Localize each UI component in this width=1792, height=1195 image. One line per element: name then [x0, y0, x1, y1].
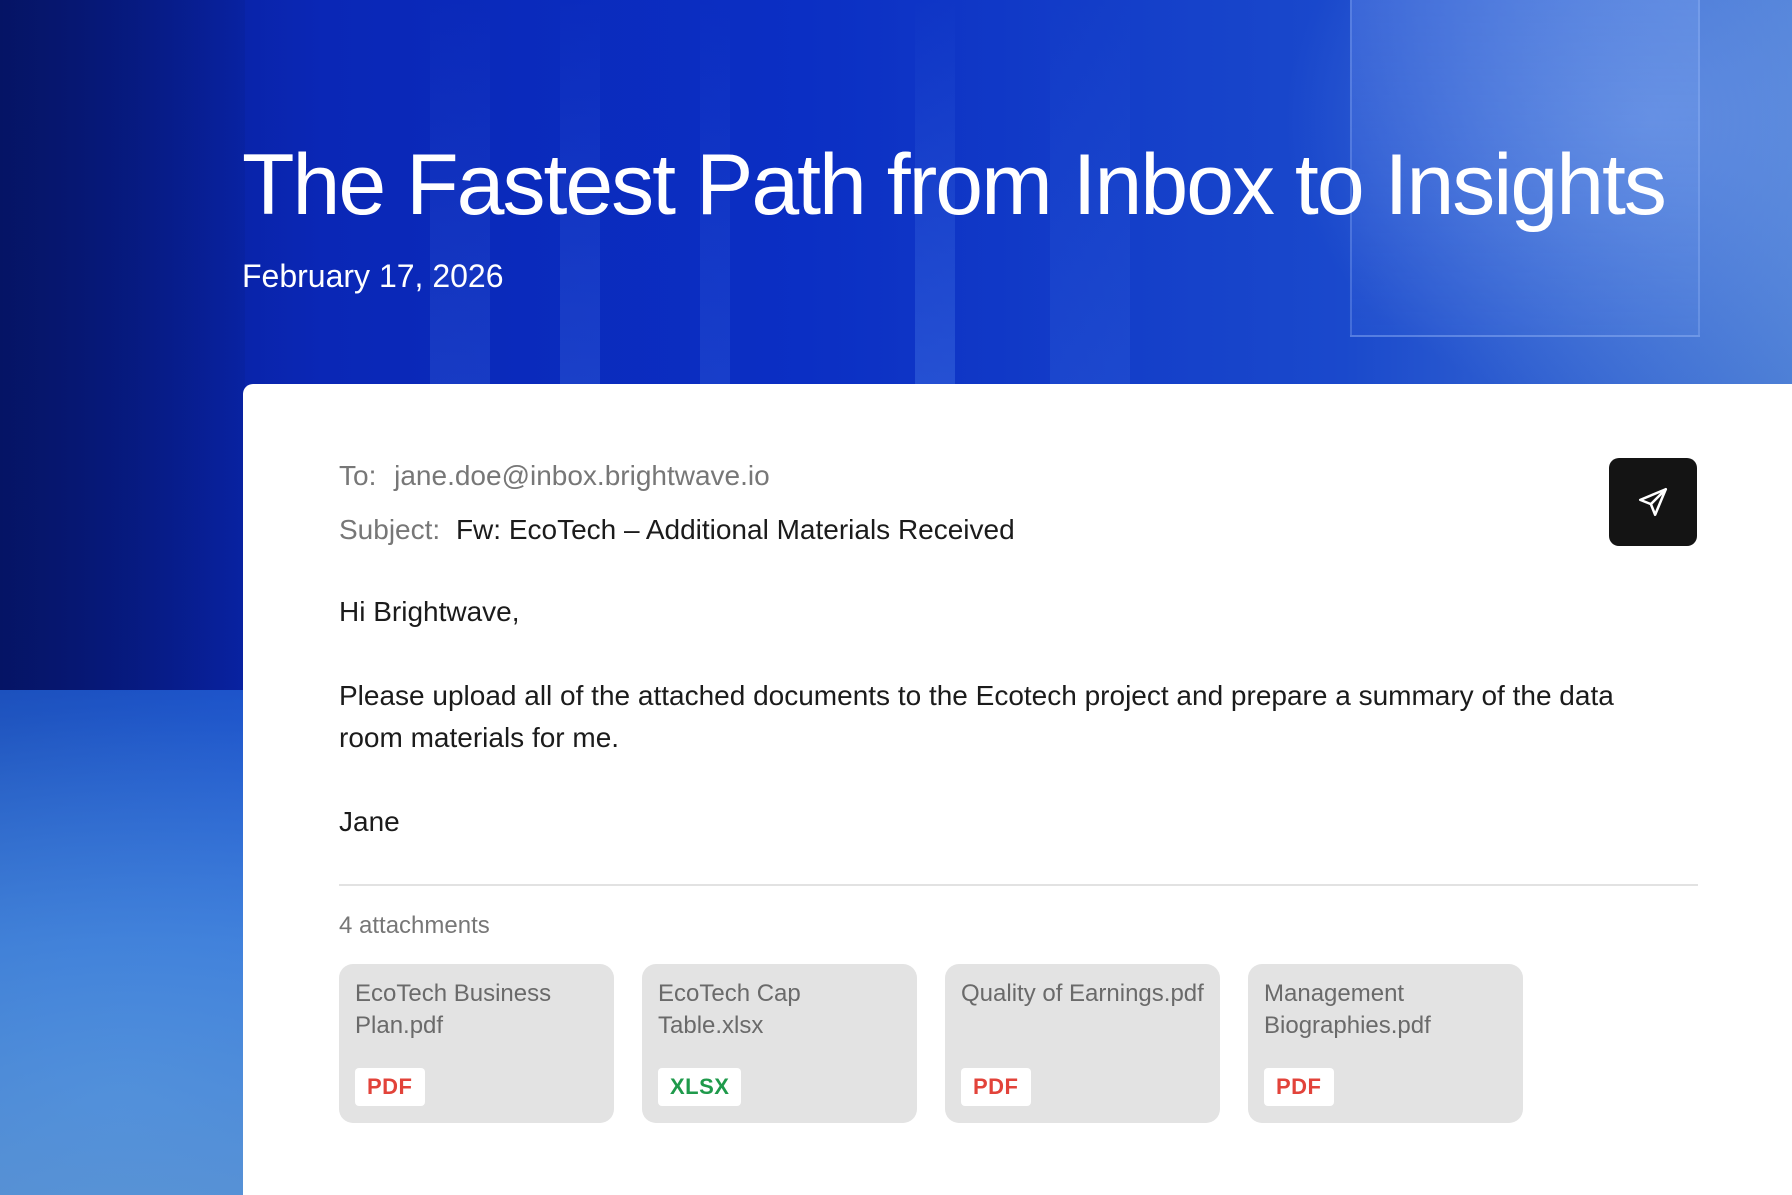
post-date: February 17, 2026: [242, 258, 504, 294]
attachments-list: EcoTech Business Plan.pdf PDF EcoTech Ca…: [339, 964, 1523, 1123]
attachment-card[interactable]: EcoTech Cap Table.xlsx XLSX: [642, 964, 917, 1123]
page-title: The Fastest Path from Inbox to Insights: [242, 137, 1667, 233]
attachment-name: Management Biographies.pdf: [1264, 980, 1431, 1039]
attachment-card[interactable]: EcoTech Business Plan.pdf PDF: [339, 964, 614, 1123]
to-label: To:: [339, 460, 377, 491]
attachment-name: EcoTech Cap Table.xlsx: [658, 980, 801, 1039]
background-glow: [0, 690, 245, 1195]
subject-label: Subject:: [339, 514, 441, 545]
email-greeting: Hi Brightwave,: [339, 596, 520, 627]
file-type-badge: PDF: [355, 1068, 425, 1106]
to-address: jane.doe@inbox.brightwave.io: [394, 460, 770, 491]
attachment-name: Quality of Earnings.pdf: [961, 980, 1204, 1007]
attachment-card[interactable]: Quality of Earnings.pdf PDF: [945, 964, 1220, 1123]
background-shade: [0, 0, 245, 690]
email-compose-card: To: jane.doe@inbox.brightwave.io Subject…: [243, 384, 1792, 1195]
send-icon: [1636, 485, 1670, 519]
attachment-name: EcoTech Business Plan.pdf: [355, 980, 552, 1039]
email-message: Please upload all of the attached docume…: [339, 680, 1614, 753]
attachments-count: 4 attachments: [339, 912, 490, 939]
email-signoff: Jane: [339, 806, 400, 837]
file-type-badge: XLSX: [658, 1068, 742, 1106]
subject-field[interactable]: Subject: Fw: EcoTech – Additional Materi…: [339, 512, 1015, 548]
attachment-card[interactable]: Management Biographies.pdf PDF: [1248, 964, 1523, 1123]
divider: [339, 884, 1698, 886]
file-type-badge: PDF: [961, 1068, 1031, 1106]
file-type-badge: PDF: [1264, 1068, 1334, 1106]
subject-text: Fw: EcoTech – Additional Materials Recei…: [455, 514, 1015, 545]
to-field[interactable]: To: jane.doe@inbox.brightwave.io: [339, 458, 770, 494]
send-button[interactable]: [1609, 458, 1697, 546]
